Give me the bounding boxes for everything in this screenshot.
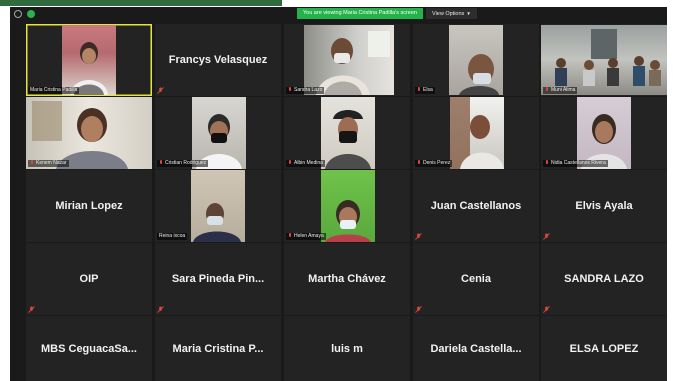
mic-muted-icon [289, 87, 291, 91]
participant-tile-albin-medina[interactable]: Albin Medina [284, 97, 410, 169]
participant-name: Francys Velasquez [168, 54, 268, 66]
person-silhouette [70, 42, 108, 95]
mic-muted-icon [289, 160, 291, 164]
participant-name: Sara Pineda Pin... [171, 273, 265, 285]
participant-name-label: Denis Perez [415, 160, 453, 167]
participant-tile-elsa[interactable]: Elsa [413, 24, 539, 96]
participant-name-label: Reina ixcoa [157, 233, 188, 240]
mic-muted-icon [31, 160, 33, 164]
mic-muted-icon [160, 160, 162, 164]
participant-name: Cenia [461, 273, 491, 285]
group-scene [555, 29, 661, 86]
participant-name-label: Helen Amaya [286, 233, 326, 240]
participant-name: Elvis Ayala [575, 200, 633, 212]
participant-name-label: Albin Medina [286, 160, 325, 167]
window-accent-strip [0, 0, 282, 6]
participant-name: MBS CeguacaSa... [41, 342, 137, 355]
participant-tile-denis-perez[interactable]: Denis Perez [413, 97, 539, 169]
mic-muted-icon [543, 233, 550, 240]
participant-name-label: Nidia Castellanos Rivera [543, 160, 608, 167]
participant-name-label: Sandra Lazo [286, 87, 325, 94]
view-options-label: View Options [432, 11, 465, 17]
participant-tile-mirian-lopez[interactable]: Mirian Lopez [26, 170, 152, 242]
video-feed [321, 97, 375, 169]
video-feed [321, 170, 375, 242]
mic-muted-icon [289, 233, 291, 237]
participant-name: Juan Castellanos [430, 200, 522, 212]
mic-muted-icon [157, 306, 164, 313]
person-silhouette [32, 101, 128, 169]
participant-name-label: Elsa [415, 87, 435, 94]
participant-tile-elsa-lopez[interactable]: ELSA LOPEZ [541, 316, 667, 381]
participant-tile-reina-ixcoa[interactable]: Reina ixcoa [155, 170, 281, 242]
mic-muted-icon [543, 306, 550, 313]
mic-muted-icon [546, 87, 548, 91]
mic-muted-icon [418, 160, 420, 164]
chevron-down-icon: ▼ [466, 11, 471, 16]
participant-tile-mbs-ceguacasa[interactable]: MBS CeguacaSa... [26, 316, 152, 381]
participant-name: ELSA LOPEZ [569, 342, 639, 355]
person-silhouette [196, 114, 242, 169]
mic-muted-icon [28, 306, 35, 313]
person-silhouette [459, 54, 499, 95]
participant-tile-nidia-castellanos-rivera[interactable]: Nidia Castellanos Rivera [541, 97, 667, 169]
mic-muted-icon [415, 233, 422, 240]
person-silhouette [581, 114, 627, 169]
participant-name: luis m [331, 342, 363, 355]
participant-tile-cristian-rodriguez[interactable]: Cristian Rodriguez [155, 97, 281, 169]
video-feed [62, 25, 116, 95]
video-feed [26, 97, 152, 169]
participant-tile-francys-velasquez[interactable]: Francys Velasquez [155, 24, 281, 96]
participant-tile-martha-chavez[interactable]: Martha Chávez [284, 243, 410, 315]
person-silhouette [325, 200, 371, 242]
participant-name: OIP [79, 273, 99, 285]
participant-tile-sandra-lazo[interactable]: Sandra Lazo [284, 24, 410, 96]
mic-muted-icon [157, 87, 164, 94]
meeting-info-icon[interactable] [14, 10, 22, 18]
participant-tile-cenia[interactable]: Cenia [413, 243, 539, 315]
mic-muted-icon [546, 160, 548, 164]
view-options-button[interactable]: View Options ▼ [426, 8, 477, 19]
person-silhouette [193, 203, 241, 242]
encryption-shield-icon[interactable] [27, 10, 35, 18]
participant-tile-helen-amaya[interactable]: Helen Amaya [284, 170, 410, 242]
video-feed [191, 170, 245, 242]
person-silhouette [316, 31, 390, 95]
participant-name: Dariela Castella... [430, 342, 522, 355]
participant-tile-juan-castellanos[interactable]: Juan Castellanos [413, 170, 539, 242]
mic-muted-icon [418, 87, 420, 91]
video-feed [577, 97, 631, 169]
participant-name-label: Muni Alima [543, 87, 578, 94]
participant-name: Mirian Lopez [55, 200, 123, 212]
participant-tile-muni-alima[interactable]: Muni Alima [541, 24, 667, 96]
video-feed [450, 97, 504, 169]
participant-tile-sara-pineda[interactable]: Sara Pineda Pin... [155, 243, 281, 315]
mic-muted-icon [415, 306, 422, 313]
participant-tile-kenem-nazar[interactable]: Kenem Nazar [26, 97, 152, 169]
person-silhouette [325, 110, 371, 169]
participant-name-label: Kenem Nazar [28, 160, 69, 167]
participant-tile-maria-cristina-p[interactable]: Maria Cristina P... [155, 316, 281, 381]
participant-name-label: Maria Cristina Padilla [28, 87, 80, 94]
participant-tile-oip[interactable]: OIP [26, 243, 152, 315]
video-feed [192, 97, 246, 169]
participant-tile-luis-m[interactable]: luis m [284, 316, 410, 381]
screen-share-banner: You are viewing Maria Cristina Padilla's… [297, 8, 423, 19]
participant-name: Maria Cristina P... [172, 342, 264, 355]
participant-name: SANDRA LAZO [564, 273, 644, 285]
participant-tile-elvis-ayala[interactable]: Elvis Ayala [541, 170, 667, 242]
video-feed [541, 25, 667, 95]
video-feed [304, 25, 394, 95]
participant-name-label: Cristian Rodriguez [157, 160, 209, 167]
person-silhouette [450, 97, 504, 169]
participant-tile-sandra-lazo-2[interactable]: SANDRA LAZO [541, 243, 667, 315]
participant-name: Martha Chávez [308, 273, 386, 285]
participant-tile-maria-cristina-padilla[interactable]: Maria Cristina Padilla [26, 24, 152, 96]
video-feed [449, 25, 503, 95]
gallery-view: Maria Cristina Padilla Francys Velasquez… [18, 23, 670, 381]
meeting-top-bar: You are viewing Maria Cristina Padilla's… [10, 7, 667, 21]
participant-tile-dariela-castellanos[interactable]: Dariela Castella... [413, 316, 539, 381]
